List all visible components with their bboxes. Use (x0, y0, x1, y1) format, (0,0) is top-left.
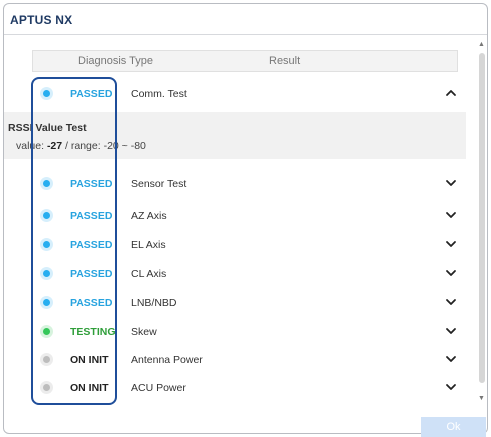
chevron-down-icon[interactable] (444, 237, 458, 251)
header-result: Result (269, 55, 301, 67)
status-column-highlight (31, 77, 117, 405)
diagnosis-name: Sensor Test (131, 178, 187, 190)
table-header: Diagnosis Type Result (32, 50, 458, 72)
diagnosis-name: CL Axis (131, 268, 167, 280)
diagnosis-name: Skew (131, 326, 157, 338)
chevron-down-icon[interactable] (444, 380, 458, 394)
dialog-title: APTUS NX (10, 13, 73, 27)
header-diagnosis-type: Diagnosis Type (78, 55, 154, 67)
scrollbar-thumb[interactable] (479, 53, 485, 383)
diagnosis-name: Comm. Test (131, 88, 187, 100)
chevron-down-icon[interactable] (444, 352, 458, 366)
chevron-down-icon[interactable] (444, 324, 458, 338)
dialog-titlebar: APTUS NX (4, 4, 487, 35)
chevron-down-icon[interactable] (444, 266, 458, 280)
chevron-down-icon[interactable] (444, 295, 458, 309)
ok-button[interactable]: Ok (421, 417, 486, 437)
diagnosis-name: AZ Axis (131, 210, 167, 222)
scroll-down-arrow-icon[interactable]: ▼ (478, 395, 485, 402)
diagnosis-name: LNB/NBD (131, 297, 177, 309)
diagnosis-name: EL Axis (131, 239, 166, 251)
vertical-scrollbar[interactable]: ▲ ▼ (477, 39, 487, 402)
scroll-up-arrow-icon[interactable]: ▲ (478, 41, 485, 48)
diagnosis-name: Antenna Power (131, 354, 203, 366)
diagnosis-name: ACU Power (131, 382, 186, 394)
chevron-down-icon[interactable] (444, 176, 458, 190)
chevron-up-icon[interactable] (444, 86, 458, 100)
chevron-down-icon[interactable] (444, 208, 458, 222)
